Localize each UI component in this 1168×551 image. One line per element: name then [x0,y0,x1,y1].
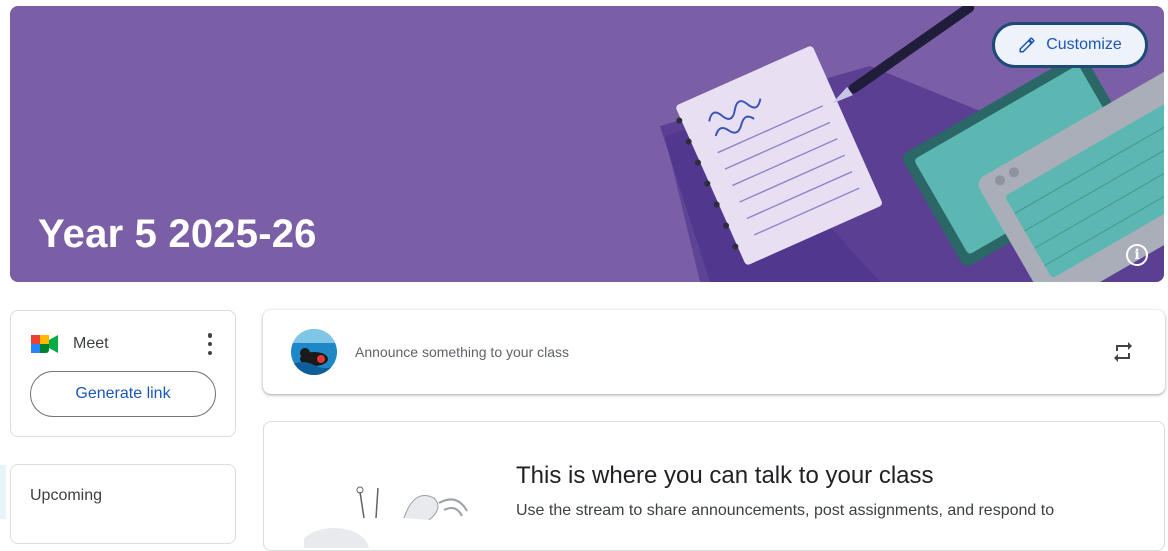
more-options-icon[interactable] [207,333,213,355]
class-title: Year 5 2025-26 [38,212,317,256]
info-icon[interactable]: i [1126,244,1148,266]
google-meet-icon [31,335,58,353]
avatar [291,329,337,375]
meet-card: Meet Generate link [10,310,236,437]
edge-decoration [0,465,6,519]
stream-empty-card: This is where you can talk to your class… [263,421,1165,551]
stream-heading: This is where you can talk to your class [516,462,934,489]
class-banner: Year 5 2025-26 Customize i [10,6,1164,282]
pencil-icon [1019,37,1035,53]
stream-body: Use the stream to share announcements, p… [516,502,1055,519]
stream-illustration [304,486,468,548]
customize-button[interactable]: Customize [992,22,1148,68]
announce-box[interactable]: Announce something to your class [263,310,1165,394]
upcoming-title: Upcoming [30,487,103,504]
generate-link-button[interactable]: Generate link [30,371,216,417]
repost-icon[interactable] [1111,340,1135,364]
customize-label: Customize [1046,36,1122,53]
announce-input[interactable]: Announce something to your class [355,344,569,360]
upcoming-card: Upcoming [10,464,236,544]
meet-label: Meet [73,335,109,352]
